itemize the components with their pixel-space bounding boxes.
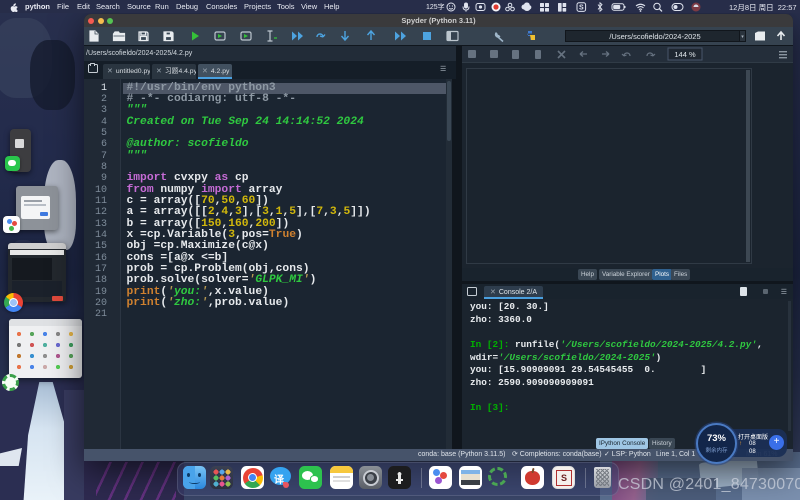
- svg-text:144 %: 144 %: [674, 50, 696, 59]
- svg-text:S: S: [579, 5, 584, 12]
